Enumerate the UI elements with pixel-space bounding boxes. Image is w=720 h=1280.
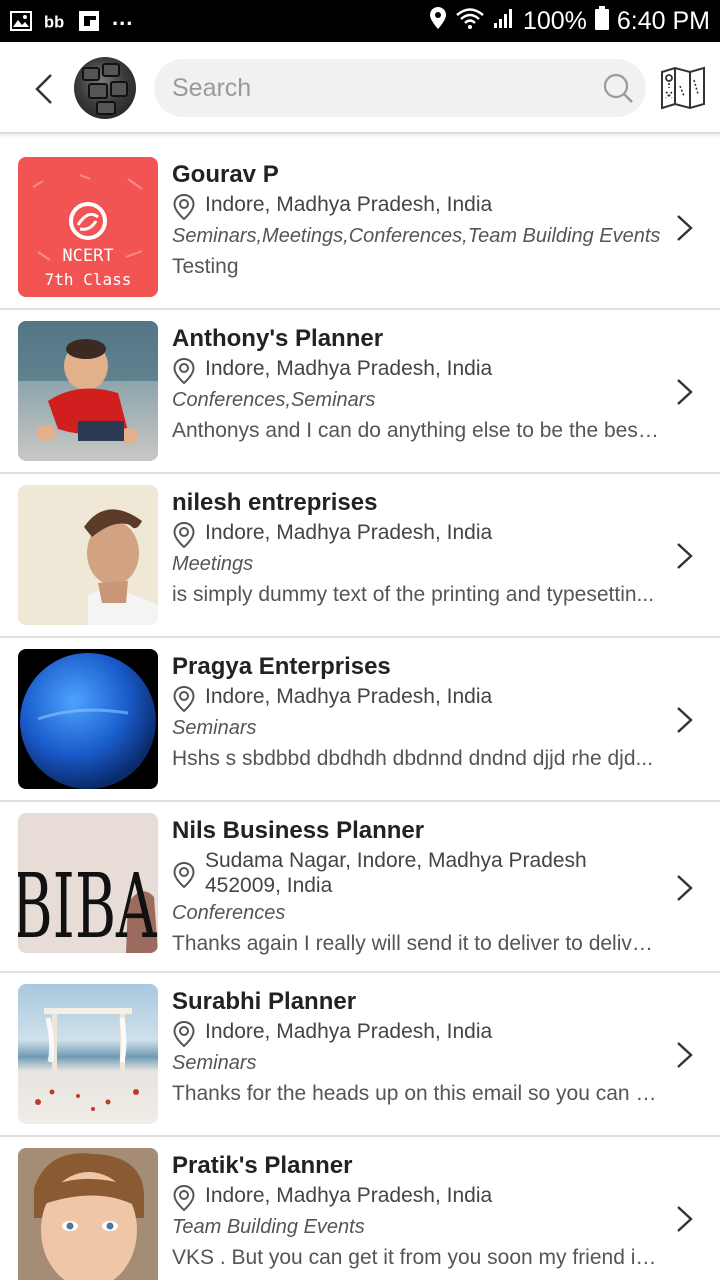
planner-thumbnail: BIBA	[18, 813, 158, 953]
wifi-icon	[455, 6, 485, 37]
thumb-text-ncert: NCERT	[62, 246, 113, 266]
list-item[interactable]: Surabhi Planner Indore, Madhya Pradesh, …	[0, 973, 720, 1137]
chevron-right-icon	[677, 1042, 693, 1068]
planner-location: Sudama Nagar, Indore, Madhya Pradesh 452…	[205, 849, 587, 897]
search-input[interactable]	[172, 59, 582, 117]
app-header	[0, 42, 720, 134]
planner-location: Indore, Madhya Pradesh, India	[205, 521, 493, 544]
planner-name: Anthony's Planner	[172, 325, 384, 352]
location-pin-icon	[173, 193, 195, 221]
location-pin-icon	[173, 861, 195, 889]
location-status-icon	[429, 6, 447, 37]
location-pin-icon	[173, 1184, 195, 1212]
status-bar: bb ... 100% 6:40 PM	[0, 0, 720, 42]
planner-categories: Seminars	[172, 1052, 257, 1074]
planner-categories: Seminars,Meetings,Conferences,Team Build…	[172, 225, 661, 247]
planner-description: Hshs s sbdbbd dbdhdh dbdnnd dndnd djjd r…	[172, 747, 654, 770]
list-item[interactable]: BIBA Nils Business Planner Sudama Nagar,…	[0, 802, 720, 973]
planner-name: Nils Business Planner	[172, 817, 425, 844]
planner-name: Pratik's Planner	[172, 1152, 353, 1179]
chevron-right-icon	[677, 707, 693, 733]
planner-location: Indore, Madhya Pradesh, India	[205, 685, 493, 708]
location-pin-icon	[173, 685, 195, 713]
chevron-right-icon	[677, 875, 693, 901]
location-pin-icon	[173, 357, 195, 385]
search-icon[interactable]	[602, 72, 634, 104]
planner-description: Thanks again I really will send it to de…	[172, 932, 660, 955]
list-item[interactable]: NCERT 7th Class Gourav P Indore, Madhya …	[0, 146, 720, 310]
planner-categories: Meetings	[172, 553, 254, 575]
planner-name: Gourav P	[172, 161, 279, 188]
flipboard-icon	[78, 10, 100, 32]
list-item[interactable]: Pratik's Planner Indore, Madhya Pradesh,…	[0, 1137, 720, 1280]
planner-name: nilesh entreprises	[172, 489, 378, 516]
chevron-right-icon	[677, 543, 693, 569]
back-button[interactable]	[26, 69, 62, 109]
planner-thumbnail	[18, 984, 158, 1124]
location-pin-icon	[173, 1020, 195, 1048]
chevron-right-icon	[677, 379, 693, 405]
signal-icon	[493, 7, 515, 36]
planner-categories: Seminars	[172, 717, 257, 739]
thumb-text-class: 7th Class	[45, 270, 132, 289]
planner-thumbnail	[18, 321, 158, 461]
thumb-text-biba: BIBA	[18, 854, 157, 953]
list-item[interactable]: Pragya Enterprises Indore, Madhya Prades…	[0, 638, 720, 802]
planner-description: Testing	[172, 255, 239, 278]
svg-text:bb: bb	[44, 13, 64, 31]
planner-description: Anthonys and I can do anything else to b…	[172, 419, 660, 442]
planner-categories: Conferences,Seminars	[172, 389, 376, 411]
chevron-right-icon	[677, 1206, 693, 1232]
planner-categories: Conferences	[172, 902, 286, 924]
planner-description: is simply dummy text of the printing and…	[172, 583, 655, 606]
planner-name: Surabhi Planner	[172, 988, 357, 1015]
profile-avatar[interactable]	[74, 57, 136, 119]
map-icon	[661, 66, 705, 110]
battery-icon	[594, 5, 609, 37]
back-icon	[35, 74, 52, 104]
planner-thumbnail	[18, 485, 158, 625]
battery-percent: 100%	[522, 6, 587, 35]
list-item[interactable]: nilesh entreprises Indore, Madhya Prades…	[0, 474, 720, 638]
planner-location: Indore, Madhya Pradesh, India	[205, 357, 493, 380]
more-notifications-icon: ...	[112, 5, 134, 30]
planner-thumbnail	[18, 1148, 158, 1280]
location-pin-icon	[173, 521, 195, 549]
planner-thumbnail	[18, 649, 158, 789]
planner-list: NCERT 7th Class Gourav P Indore, Madhya …	[0, 146, 720, 1280]
planner-location: Indore, Madhya Pradesh, India	[205, 1184, 493, 1207]
planner-location: Indore, Madhya Pradesh, India	[205, 193, 493, 216]
bb-icon: bb	[44, 10, 66, 32]
map-view-button[interactable]	[660, 66, 706, 110]
image-icon	[10, 10, 32, 32]
clock: 6:40 PM	[616, 6, 710, 35]
planner-location: Indore, Madhya Pradesh, India	[205, 1020, 493, 1043]
planner-name: Pragya Enterprises	[172, 653, 391, 680]
planner-categories: Team Building Events	[172, 1216, 365, 1238]
search-bar	[154, 59, 646, 117]
chevron-right-icon	[677, 215, 693, 241]
planner-description: VKS . But you can get it from you soon m…	[172, 1246, 660, 1269]
planner-thumbnail: NCERT 7th Class	[18, 157, 158, 297]
planner-description: Thanks for the heads up on this email so…	[172, 1082, 660, 1105]
list-item[interactable]: Anthony's Planner Indore, Madhya Pradesh…	[0, 310, 720, 474]
